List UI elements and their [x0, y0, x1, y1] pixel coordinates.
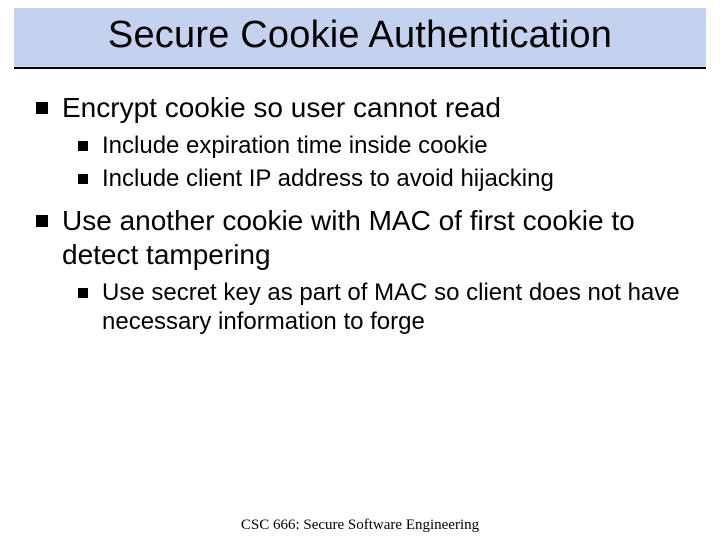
list-item: Encrypt cookie so user cannot read Inclu… [34, 91, 686, 194]
list-item: Use secret key as part of MAC so client … [76, 278, 686, 337]
bullet-text: Include expiration time inside cookie [102, 132, 488, 159]
list-item: Use another cookie with MAC of first coo… [34, 204, 686, 337]
list-item: Include expiration time inside cookie [76, 131, 686, 160]
bullet-text: Encrypt cookie so user cannot read [62, 92, 501, 123]
bullet-text: Include client IP address to avoid hijac… [102, 165, 554, 192]
slide-content: Encrypt cookie so user cannot read Inclu… [0, 69, 720, 337]
bullet-list: Encrypt cookie so user cannot read Inclu… [34, 91, 686, 337]
slide: Secure Cookie Authentication Encrypt coo… [0, 8, 720, 548]
slide-title: Secure Cookie Authentication [24, 14, 696, 57]
bullet-text: Use secret key as part of MAC so client … [102, 279, 680, 335]
sub-bullet-list: Use secret key as part of MAC so client … [62, 278, 686, 337]
title-box: Secure Cookie Authentication [14, 8, 706, 69]
sub-bullet-list: Include expiration time inside cookie In… [62, 131, 686, 194]
list-item: Include client IP address to avoid hijac… [76, 164, 686, 193]
bullet-text: Use another cookie with MAC of first coo… [62, 205, 635, 270]
slide-footer: CSC 666: Secure Software Engineering [0, 517, 720, 534]
